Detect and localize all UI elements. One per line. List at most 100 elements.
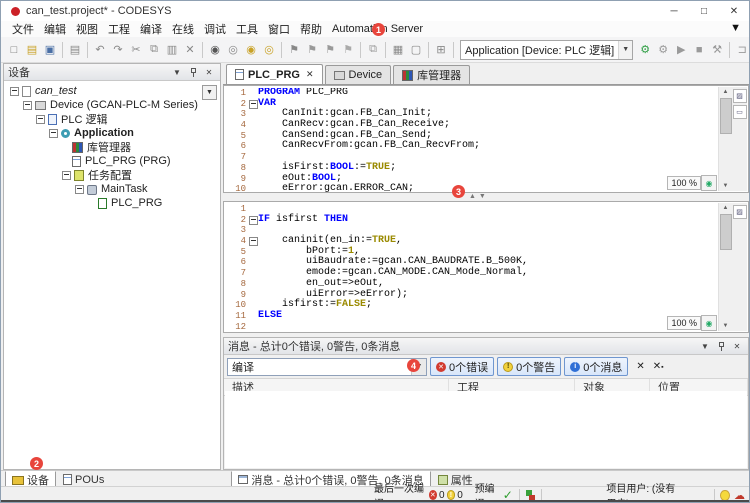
login-icon[interactable]: ⚙ [637,42,653,58]
scroll-up-icon[interactable]: ▲ [719,87,732,97]
debug-settings-icon[interactable]: ⚒ [709,42,725,58]
fold-collapse-icon[interactable] [249,237,258,246]
warnings-filter-button[interactable]: !0个警告 [497,357,561,376]
pin-icon[interactable] [714,340,728,352]
device-repository-icon[interactable]: ⊞ [433,42,449,58]
zoom-level[interactable]: 100 % [667,176,701,190]
expander-icon[interactable] [62,171,71,180]
bookmark-prev-icon[interactable]: ⚑ [304,42,320,58]
tree-item[interactable]: can_test [4,84,220,98]
cut-icon[interactable]: ✂ [128,42,144,58]
tab-库管理器[interactable]: 库管理器 [393,65,470,84]
tree-item[interactable]: 任务配置 [4,168,220,182]
tab-device[interactable]: Device [325,65,392,84]
scroll-up-icon[interactable]: ▲ [719,203,732,213]
messages-table-body[interactable] [225,391,747,468]
logout-icon[interactable]: ⚙ [655,42,671,58]
funnel-icon[interactable]: ▼ [730,22,741,34]
start-icon[interactable]: ▶ [673,42,689,58]
maximize-button[interactable]: □ [689,1,719,21]
close-panel-icon[interactable]: ✕ [730,340,744,352]
tree-item[interactable]: PLC 逻辑 [4,112,220,126]
errors-filter-button[interactable]: ✕0个错误 [430,357,494,376]
editor-split-icon[interactable]: ▨ [733,205,747,219]
code-area[interactable]: 12IF isfirst THEN34 caninit(en_in:=TRUE,… [224,204,718,332]
delete-icon[interactable]: ✕ [182,42,198,58]
bookmark-next-icon[interactable]: ⚑ [322,42,338,58]
tree-item[interactable]: PLC_PRG (PRG) [4,154,220,168]
pin-icon[interactable] [186,66,200,78]
edit-object-icon[interactable]: ▢ [408,42,424,58]
chevron-down-icon[interactable]: ▼ [618,41,632,59]
editor-splitter[interactable]: ▲▼ [223,193,749,201]
magnifier-icon[interactable]: ◉ [701,315,717,331]
expander-icon[interactable] [36,115,45,124]
panel-menu-icon[interactable]: ▼ [170,66,184,78]
menu-item-6[interactable]: 在线 [167,21,199,37]
print-icon[interactable]: ▤ [67,42,83,58]
find-in-project-icon[interactable]: ◉ [243,42,259,58]
magnifier-icon[interactable]: ◉ [701,175,717,191]
scroll-down-icon[interactable]: ▼ [719,321,732,331]
find-next-icon[interactable]: ◎ [225,42,241,58]
find-icon[interactable]: ◉ [207,42,223,58]
menu-item-8[interactable]: 工具 [231,21,263,37]
replace-in-project-icon[interactable]: ◎ [261,42,277,58]
menu-item-9[interactable]: 窗口 [263,21,295,37]
tree-item[interactable]: Device (GCAN-PLC-M Series) [4,98,220,112]
menu-item-1[interactable]: 文件 [7,21,39,37]
close-tab-icon[interactable]: ✕ [306,69,314,80]
stop-icon[interactable]: ■ [691,42,707,58]
code-editor-implementation[interactable]: 12IF isfirst THEN34 caninit(en_in:=TRUE,… [223,201,749,333]
fold-collapse-icon[interactable] [249,100,258,109]
lamp-icon[interactable] [720,490,730,501]
step-over-icon[interactable]: ⊐ [734,42,750,58]
panel-menu-icon[interactable]: ▼ [698,340,712,352]
editor-frame-icon[interactable]: ▭ [733,105,747,119]
vertical-scrollbar[interactable]: ▲ ▼ [718,203,732,331]
close-button[interactable]: ✕ [719,1,749,21]
tree-item[interactable]: PLC_PRG [4,196,220,210]
menu-item-7[interactable]: 调试 [199,21,231,37]
tree-item[interactable]: Application [4,126,220,140]
undo-icon[interactable]: ↶ [92,42,108,58]
splitter-collapse-icon[interactable]: ▲▼ [469,193,489,200]
close-panel-icon[interactable]: ✕ [202,66,216,78]
expander-icon[interactable] [75,185,84,194]
clear-message-icon[interactable]: ✕ [636,361,644,372]
bookmark-clear-icon[interactable]: ⚑ [340,42,356,58]
application-selector[interactable]: Application [Device: PLC 逻辑]▼ [460,40,633,60]
menu-item-3[interactable]: 视图 [71,21,103,37]
save-icon[interactable]: ▣ [42,42,58,58]
device-tree-dropdown[interactable]: ▼ [202,85,217,100]
clear-all-messages-icon[interactable]: ✕▪ [653,361,664,372]
scrollbar-thumb[interactable] [720,214,732,250]
scrollbar-thumb[interactable] [720,98,732,134]
expander-icon[interactable] [49,129,58,138]
build-dropdown-icon[interactable]: ▦ [390,42,406,58]
redo-icon[interactable]: ↷ [110,42,126,58]
menu-item-10[interactable]: 帮助 [295,21,327,37]
tree-item[interactable]: 库管理器 [4,140,220,154]
fold-collapse-icon[interactable] [249,216,258,225]
open-project-icon[interactable]: ▤ [24,42,40,58]
properties-icon[interactable]: ⧉ [365,42,381,58]
code-area[interactable]: 1PROGRAM PLC_PRG2VAR3 CanInit:gcan.FB_Ca… [224,88,718,192]
editor-split-icon[interactable]: ▨ [733,89,747,103]
copy-icon[interactable]: ⧉ [146,42,162,58]
vertical-scrollbar[interactable]: ▲ ▼ [718,87,732,191]
menu-item-2[interactable]: 编辑 [39,21,71,37]
tab-plc_prg[interactable]: PLC_PRG✕ [226,64,323,84]
expander-icon[interactable] [10,87,19,96]
new-project-icon[interactable]: □ [6,42,22,58]
scroll-down-icon[interactable]: ▼ [719,181,732,191]
menu-item-5[interactable]: 编译 [135,21,167,37]
message-filter-combo[interactable]: 编译 ▼ [227,358,427,376]
menu-item-4[interactable]: 工程 [103,21,135,37]
tree-item[interactable]: MainTask [4,182,220,196]
zoom-level[interactable]: 100 % [667,316,701,330]
paste-icon[interactable]: ▥ [164,42,180,58]
expander-icon[interactable] [23,101,32,110]
bookmark-toggle-icon[interactable]: ⚑ [286,42,302,58]
infos-filter-button[interactable]: i0个消息 [564,357,628,376]
